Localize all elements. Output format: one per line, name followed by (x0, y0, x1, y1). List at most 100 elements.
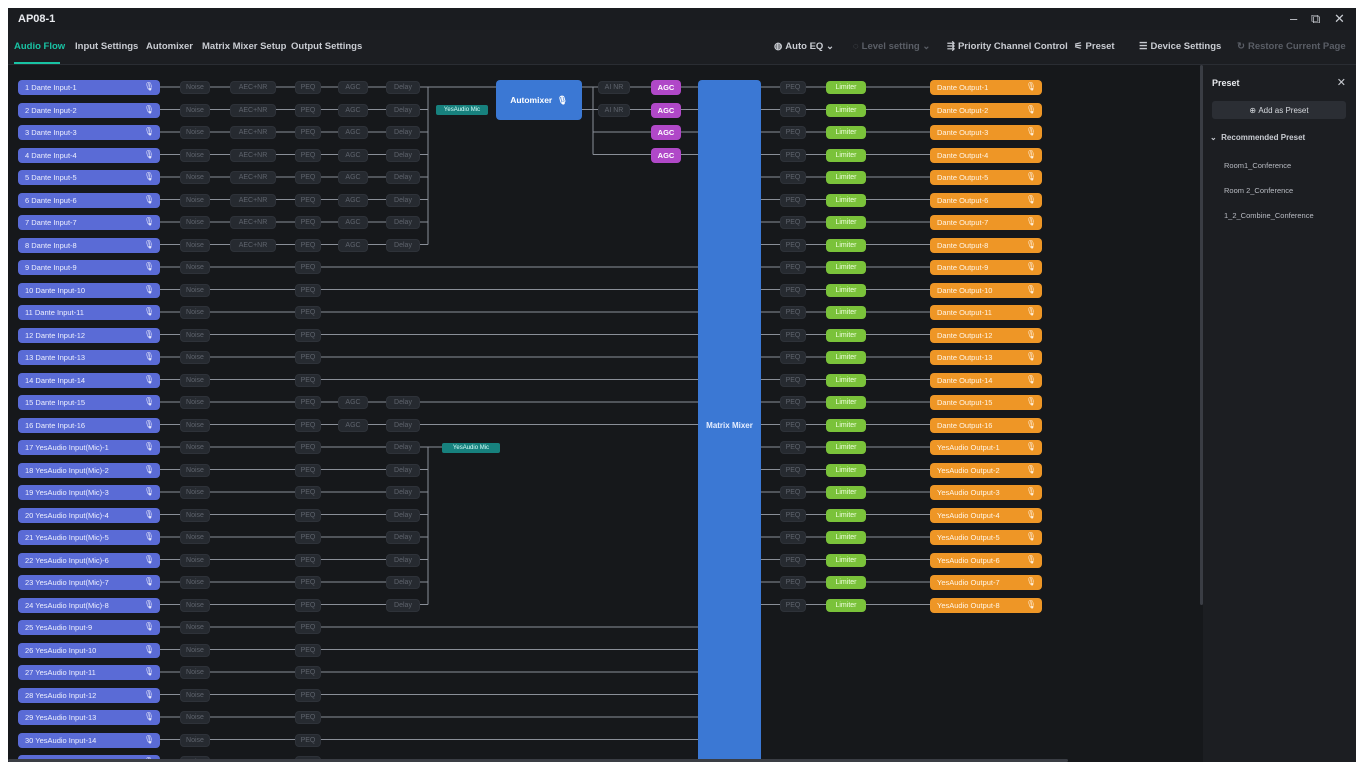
mic-icon[interactable]: 🎙 (1026, 127, 1036, 136)
mic-icon[interactable]: 🎙 (144, 442, 154, 451)
aec-block[interactable]: AEC+NR (230, 238, 276, 252)
input-channel[interactable]: 25 YesAudio Input-9 🎙 (18, 620, 160, 635)
aec-block[interactable]: AEC+NR (230, 126, 276, 139)
mic-icon[interactable]: 🎙 (144, 487, 154, 496)
peq-block[interactable]: PEQ (295, 463, 321, 477)
input-channel[interactable]: 21 YesAudio Input(Mic)-5 🎙 (18, 530, 160, 545)
mic-icon[interactable]: 🎙 (144, 330, 154, 339)
peq-block[interactable]: PEQ (295, 261, 321, 274)
ai-nr-block[interactable]: AI NR (598, 103, 630, 117)
input-channel[interactable]: 10 Dante Input-10 🎙 (18, 282, 160, 298)
noise-block[interactable]: Noise (180, 733, 210, 747)
input-channel[interactable]: 8 Dante Input-8 🎙 (18, 237, 160, 253)
peq-block[interactable]: PEQ (780, 508, 806, 522)
output-channel[interactable]: YesAudio Output-4 🎙 (930, 507, 1042, 523)
delay-block[interactable]: Delay (386, 486, 420, 499)
agc-block[interactable]: AGC (338, 193, 368, 207)
mic-icon[interactable]: 🎙 (1026, 442, 1036, 451)
peq-block[interactable]: PEQ (295, 396, 321, 409)
peq-block[interactable]: PEQ (780, 148, 806, 162)
peq-block[interactable]: PEQ (295, 328, 321, 342)
limiter-block[interactable]: Limiter (826, 328, 866, 342)
noise-block[interactable]: Noise (180, 643, 210, 657)
noise-block[interactable]: Noise (180, 283, 210, 297)
input-channel[interactable]: 27 YesAudio Input-11 🎙 (18, 665, 160, 680)
peq-block[interactable]: PEQ (780, 486, 806, 499)
mic-icon[interactable]: 🎙 (144, 577, 154, 586)
noise-block[interactable]: Noise (180, 261, 210, 274)
noise-block[interactable]: Noise (180, 373, 210, 387)
noise-block[interactable]: Noise (180, 508, 210, 522)
mic-icon[interactable]: 🎙 (144, 712, 154, 721)
noise-block[interactable]: Noise (180, 621, 210, 634)
noise-block[interactable]: Noise (180, 216, 210, 229)
peq-block[interactable]: PEQ (295, 598, 321, 612)
mic-icon[interactable]: 🎙 (144, 217, 154, 226)
noise-block[interactable]: Noise (180, 81, 210, 94)
restore-icon[interactable]: ⧉ (1311, 11, 1320, 27)
mic-icon[interactable]: 🎙 (1026, 510, 1036, 519)
mic-icon[interactable]: 🎙 (1026, 285, 1036, 294)
restore-page-button[interactable]: ↻ Restore Current Page (1237, 41, 1346, 52)
peq-block[interactable]: PEQ (780, 216, 806, 229)
noise-block[interactable]: Noise (180, 666, 210, 679)
peq-block[interactable]: PEQ (780, 261, 806, 274)
limiter-block[interactable]: Limiter (826, 171, 866, 184)
mic-icon[interactable]: 🎙 (1026, 195, 1036, 204)
noise-block[interactable]: Noise (180, 598, 210, 612)
mic-icon[interactable]: 🎙 (144, 285, 154, 294)
input-channel[interactable]: 5 Dante Input-5 🎙 (18, 170, 160, 185)
peq-block[interactable]: PEQ (295, 171, 321, 184)
peq-block[interactable]: PEQ (780, 103, 806, 117)
level-setting-button[interactable]: ◌ Level setting ⌄ (853, 41, 930, 52)
peq-block[interactable]: PEQ (780, 418, 806, 432)
delay-block[interactable]: Delay (386, 126, 420, 139)
output-channel[interactable]: Dante Output-1 🎙 (930, 80, 1042, 95)
peq-block[interactable]: PEQ (295, 373, 321, 387)
close-icon[interactable]: ✕ (1337, 76, 1346, 89)
agc-block[interactable]: AGC (651, 147, 681, 163)
output-channel[interactable]: Dante Output-16 🎙 (930, 417, 1042, 433)
mic-icon[interactable]: 🎙 (144, 105, 154, 114)
peq-block[interactable]: PEQ (780, 598, 806, 612)
mic-icon[interactable]: 🎙 (144, 555, 154, 564)
output-channel[interactable]: YesAudio Output-2 🎙 (930, 462, 1042, 478)
output-channel[interactable]: Dante Output-11 🎙 (930, 305, 1042, 320)
input-channel[interactable]: 1 Dante Input-1 🎙 (18, 80, 160, 95)
aec-block[interactable]: AEC+NR (230, 193, 276, 207)
input-channel[interactable]: 18 YesAudio Input(Mic)-2 🎙 (18, 462, 160, 478)
delay-block[interactable]: Delay (386, 238, 420, 252)
agc-block[interactable]: AGC (338, 238, 368, 252)
limiter-block[interactable]: Limiter (826, 126, 866, 139)
delay-block[interactable]: Delay (386, 576, 420, 589)
peq-block[interactable]: PEQ (780, 396, 806, 409)
agc-block[interactable]: AGC (338, 216, 368, 229)
input-channel[interactable]: 7 Dante Input-7 🎙 (18, 215, 160, 230)
limiter-block[interactable]: Limiter (826, 441, 866, 454)
mic-icon[interactable]: 🎙 (144, 150, 154, 159)
preset-item[interactable]: 1_2_Combine_Conference (1224, 211, 1314, 220)
output-channel[interactable]: Dante Output-13 🎙 (930, 350, 1042, 365)
peq-block[interactable]: PEQ (780, 576, 806, 589)
limiter-block[interactable]: Limiter (826, 463, 866, 477)
peq-block[interactable]: PEQ (780, 373, 806, 387)
agc-block[interactable]: AGC (338, 171, 368, 184)
mic-icon[interactable]: 🎙 (144, 240, 154, 249)
input-channel[interactable]: 4 Dante Input-4 🎙 (18, 147, 160, 163)
output-channel[interactable]: YesAudio Output-7 🎙 (930, 575, 1042, 590)
close-icon[interactable]: ✕ (1334, 11, 1345, 27)
delay-block[interactable]: Delay (386, 441, 420, 454)
input-channel[interactable]: 14 Dante Input-14 🎙 (18, 372, 160, 388)
output-channel[interactable]: Dante Output-5 🎙 (930, 170, 1042, 185)
input-channel[interactable]: 29 YesAudio Input-13 🎙 (18, 710, 160, 725)
peq-block[interactable]: PEQ (780, 193, 806, 207)
delay-block[interactable]: Delay (386, 81, 420, 94)
peq-block[interactable]: PEQ (295, 193, 321, 207)
limiter-block[interactable]: Limiter (826, 396, 866, 409)
preset-button[interactable]: ⚟ Preset (1074, 41, 1115, 52)
delay-block[interactable]: Delay (386, 148, 420, 162)
limiter-block[interactable]: Limiter (826, 486, 866, 499)
peq-block[interactable]: PEQ (780, 328, 806, 342)
peq-block[interactable]: PEQ (295, 531, 321, 544)
agc-block[interactable]: AGC (338, 81, 368, 94)
